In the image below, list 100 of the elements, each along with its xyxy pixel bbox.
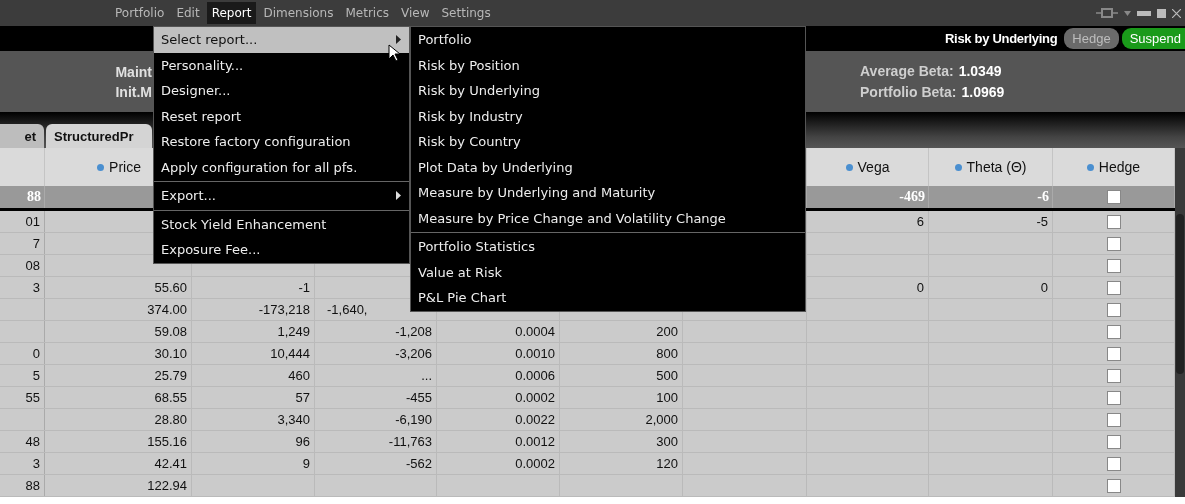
menu-option[interactable]: Risk by Industry (411, 103, 805, 129)
column-title: Theta (Θ) (966, 159, 1027, 175)
scrollbar-thumb[interactable] (1176, 214, 1184, 374)
table-cell: -1,208 (315, 321, 437, 342)
table-cell: 08 (0, 255, 45, 276)
table-cell: -173,218 (192, 299, 315, 320)
menu-item[interactable]: Portfolio (110, 2, 170, 24)
menu-option[interactable]: Stock Yield Enhancement (154, 211, 409, 237)
hedge-checkbox[interactable] (1106, 236, 1121, 251)
hedge-checkbox[interactable] (1106, 302, 1121, 317)
table-cell: -6,190 (315, 409, 437, 430)
hedge-checkbox[interactable] (1106, 478, 1121, 493)
menu-item[interactable]: Metrics (340, 2, 394, 24)
table-cell: 300 (560, 431, 683, 452)
menu-option[interactable]: Portfolio Statistics (411, 234, 805, 260)
table-cell: 0.0010 (437, 343, 560, 364)
table-cell: 10,444 (192, 343, 315, 364)
table-cell: 0.0012 (437, 431, 560, 452)
table-cell: 0.0002 (437, 387, 560, 408)
table-cell: 100 (560, 387, 683, 408)
table-cell: -455 (315, 387, 437, 408)
menu-item[interactable]: Settings (436, 2, 496, 24)
maximize-icon[interactable] (1157, 8, 1166, 18)
menu-option[interactable]: Reset report (154, 103, 409, 129)
table-cell: 30.10 (45, 343, 192, 364)
table-cell: 2,000 (560, 409, 683, 430)
table-cell: 155.16 (45, 431, 192, 452)
report-title: Risk by Underlying (945, 31, 1058, 46)
minimize-icon[interactable] (1137, 10, 1151, 16)
menu-item[interactable]: Report (206, 2, 257, 24)
table-cell: 55.60 (45, 277, 192, 298)
menu-option[interactable]: Personality... (154, 52, 409, 78)
table-cell: 3 (0, 453, 45, 474)
menu-option[interactable]: Risk by Position (411, 52, 805, 78)
menu-option[interactable]: Export... (154, 183, 409, 209)
menu-item[interactable]: Edit (171, 2, 205, 24)
stat-value: 1.0969 (961, 84, 1005, 100)
table-cell: ... (315, 365, 437, 386)
link-icon[interactable] (1096, 8, 1118, 18)
hedge-checkbox[interactable] (1106, 434, 1121, 449)
table-cell: 200 (560, 321, 683, 342)
table-cell: -1 (192, 277, 315, 298)
menu-option[interactable]: Measure by Price Change and Volatility Change (411, 205, 805, 231)
table-cell: 96 (192, 431, 315, 452)
menu-option[interactable]: Designer... (154, 78, 409, 104)
menu-item[interactable]: View (396, 2, 435, 24)
column-title: Hedge (1098, 159, 1141, 175)
close-icon[interactable] (1172, 8, 1181, 18)
hedge-checkbox[interactable] (1106, 412, 1121, 427)
table-cell: 1,249 (192, 321, 315, 342)
hedge-checkbox[interactable] (1106, 346, 1121, 361)
submenu-arrow-icon (396, 35, 401, 45)
table-cell: 42.41 (45, 453, 192, 474)
table-cell: 7 (0, 233, 45, 254)
menu-option[interactable]: Exposure Fee... (154, 237, 409, 263)
table-cell: 3 (0, 277, 45, 298)
table-cell: 57 (192, 387, 315, 408)
table-cell: 0.0002 (437, 453, 560, 474)
table-cell: 122.94 (45, 475, 192, 496)
menu-option[interactable]: Select report... (154, 27, 409, 53)
column-title: Price (109, 159, 141, 175)
hedge-checkbox[interactable] (1106, 456, 1121, 471)
table-cell: -11,763 (315, 431, 437, 452)
hedge-checkbox[interactable] (1106, 324, 1121, 339)
table-cell: -3,206 (315, 343, 437, 364)
menu-option[interactable]: Value at Risk (411, 259, 805, 285)
hedge-checkbox[interactable] (1106, 390, 1121, 405)
caret-icon[interactable] (1124, 10, 1131, 16)
table-cell: 9 (192, 453, 315, 474)
table-cell: 0 (0, 343, 45, 364)
scrollbar[interactable] (1175, 148, 1185, 497)
margin-label: Maint (115, 63, 152, 80)
tab[interactable]: et (0, 124, 44, 148)
hedge-checkbox[interactable] (1106, 214, 1121, 229)
stat-label: Average Beta: (860, 63, 954, 79)
menu-option[interactable]: Plot Data by Underlying (411, 154, 805, 180)
table-cell: 25.79 (45, 365, 192, 386)
table-cell: 55 (0, 387, 45, 408)
table-cell: 374.00 (45, 299, 192, 320)
dot-icon (97, 163, 105, 171)
table-cell: 01 (0, 211, 45, 232)
summary-cell: 88 (0, 186, 45, 208)
table-cell: 0 (929, 277, 1053, 298)
table-cell: 6 (807, 211, 929, 232)
dot-icon (845, 163, 853, 171)
menu-option[interactable]: Portfolio (411, 27, 805, 53)
menu-option[interactable]: Risk by Underlying (411, 78, 805, 104)
title-bar-button[interactable]: Suspend (1121, 28, 1185, 49)
menu-item[interactable]: Dimensions (258, 2, 339, 24)
table-cell: 48 (0, 431, 45, 452)
hedge-checkbox[interactable] (1106, 190, 1121, 204)
menu-option[interactable]: Risk by Country (411, 129, 805, 155)
summary-cell: -6 (929, 186, 1053, 208)
table-cell: 59.08 (45, 321, 192, 342)
hedge-checkbox[interactable] (1106, 258, 1121, 273)
hedge-checkbox[interactable] (1106, 368, 1121, 383)
hedge-checkbox[interactable] (1106, 280, 1121, 295)
table-cell: 3,340 (192, 409, 315, 430)
tab[interactable]: StructuredPr (46, 124, 152, 148)
menu-option[interactable]: Measure by Underlying and Maturity (411, 180, 805, 206)
